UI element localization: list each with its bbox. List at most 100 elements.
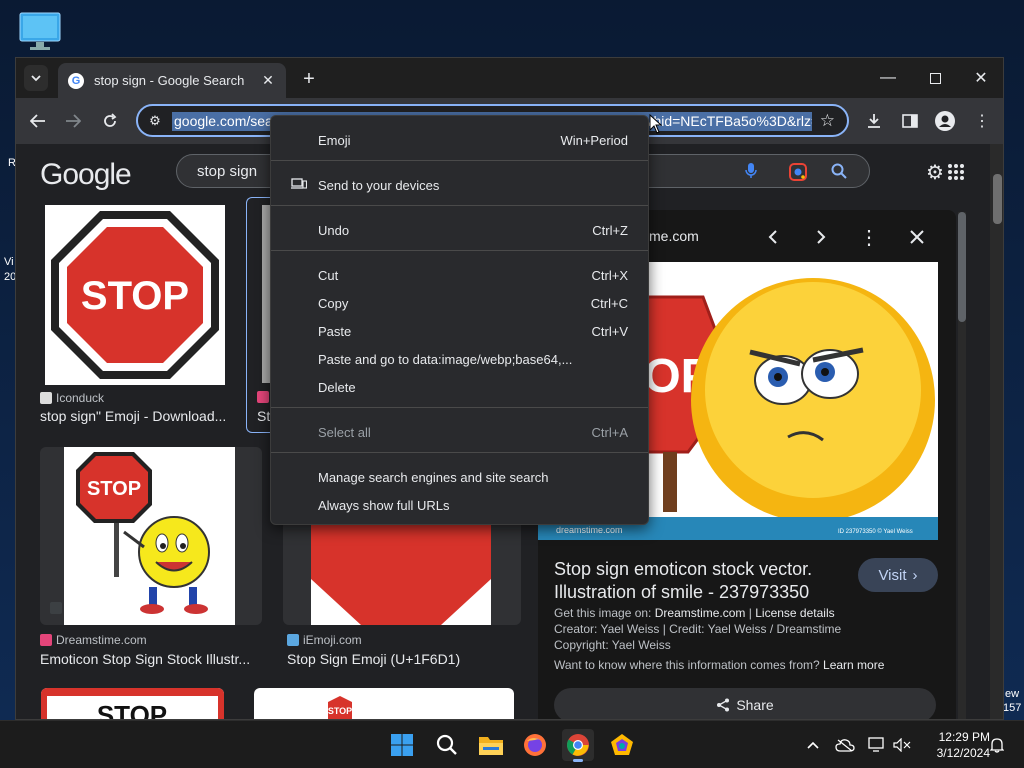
minimize-button[interactable]: — [873, 66, 903, 90]
start-button[interactable] [386, 729, 418, 761]
menu-item-manage-search-engines[interactable]: Manage search engines and site search [271, 463, 648, 491]
menu-item-cut[interactable]: Cut Ctrl+X [271, 261, 648, 289]
info-source-line: Want to know where this information come… [554, 658, 885, 672]
back-button[interactable] [26, 109, 50, 133]
result-image[interactable]: STOP [41, 688, 224, 720]
onedrive-button[interactable] [835, 735, 855, 755]
notifications-button[interactable] [987, 735, 1007, 755]
share-button[interactable]: Share [554, 688, 936, 719]
menu-separator [271, 250, 648, 251]
site-info-icon[interactable]: ⚙ [146, 112, 164, 130]
visit-button[interactable]: Visit › [858, 558, 938, 592]
result-source: iEmoji.com [287, 633, 362, 647]
tab-strip: G stop sign - Google Search ✕ + — ✕ [16, 58, 1003, 98]
chrome-button[interactable] [562, 729, 594, 762]
panel-image-title[interactable]: Stop sign emoticon stock vector. Illustr… [554, 558, 834, 604]
profile-button[interactable] [933, 109, 957, 133]
close-tab-icon[interactable]: ✕ [258, 71, 278, 91]
result-image[interactable]: STOP [45, 205, 225, 385]
new-tab-button[interactable]: + [298, 68, 320, 90]
result-image[interactable]: STOP [64, 447, 235, 625]
result-image[interactable] [311, 524, 491, 625]
app-button[interactable] [606, 729, 638, 761]
menu-item-select-all[interactable]: Select all Ctrl+A [271, 418, 648, 446]
speaker-muted-icon [893, 738, 911, 752]
side-panel-button[interactable] [898, 109, 922, 133]
clock-date: 3/12/2024 [936, 746, 990, 760]
tab-stop-sign[interactable]: G stop sign - Google Search ✕ [58, 63, 286, 98]
google-logo[interactable]: Google [40, 158, 132, 192]
more-options-button[interactable]: ⋮ [858, 226, 880, 249]
bookmark-star-icon[interactable]: ☆ [820, 111, 835, 131]
menu-item-delete[interactable]: Delete [271, 373, 648, 401]
volume-button[interactable] [892, 735, 912, 755]
result-title[interactable]: Emoticon Stop Sign Stock Illustr... [40, 651, 258, 667]
panel-site-name[interactable]: time.com [642, 228, 699, 244]
side-panel-icon [902, 114, 918, 128]
network-monitor-icon [868, 737, 884, 752]
apps-grid-icon[interactable] [944, 160, 968, 184]
next-image-button[interactable] [810, 226, 832, 248]
this-pc-desktop-icon[interactable] [18, 12, 62, 52]
system-clock[interactable]: 12:29 PM 3/12/2024 [918, 729, 990, 761]
menu-separator [271, 452, 648, 453]
share-icon [717, 698, 730, 712]
address-bar-context-menu: Emoji Win+Period Send to your devices Und… [270, 115, 649, 525]
menu-item-copy[interactable]: Copy Ctrl+C [271, 289, 648, 317]
search-query[interactable]: stop sign [197, 163, 257, 180]
firefox-button[interactable] [519, 729, 551, 761]
page-scrollbar-thumb[interactable] [993, 174, 1002, 224]
file-explorer-button[interactable] [475, 729, 507, 761]
show-hidden-icons-button[interactable] [803, 735, 823, 755]
license-details-link[interactable]: License details [755, 606, 834, 620]
menu-item-paste[interactable]: Paste Ctrl+V [271, 317, 648, 345]
creator-line: Creator: Yael Weiss | Credit: Yael Weiss… [554, 622, 842, 636]
get-image-line: Get this image on: Dreamstime.com | Lice… [554, 606, 835, 620]
close-icon [910, 230, 924, 244]
page-scrollbar[interactable] [990, 144, 1003, 719]
search-icon [436, 734, 457, 755]
stop-text: STOP [97, 700, 167, 720]
result-image[interactable]: STOP [254, 688, 514, 719]
menu-separator [271, 160, 648, 161]
forward-button[interactable] [61, 109, 85, 133]
chrome-menu-button[interactable]: ⋮ [970, 109, 994, 133]
maximize-button[interactable] [920, 66, 950, 90]
menu-item-undo[interactable]: Undo Ctrl+Z [271, 216, 648, 244]
menu-item-always-show-full-urls[interactable]: Always show full URLs [271, 491, 648, 519]
stop-text: STOP [81, 274, 189, 318]
back-arrow-icon [30, 114, 45, 128]
menu-item-paste-and-go[interactable]: Paste and go to data:image/webp;base64,.… [271, 345, 648, 373]
desktop-text-fragment: Vi [4, 256, 14, 268]
maximize-icon [929, 72, 941, 84]
close-panel-button[interactable] [906, 226, 928, 248]
menu-separator [271, 205, 648, 206]
panel-scrollbar-thumb[interactable] [958, 212, 966, 322]
taskbar: 12:29 PM 3/12/2024 [0, 720, 1024, 768]
taskbar-search-button[interactable] [431, 729, 463, 761]
chevron-right-icon: › [912, 566, 918, 584]
menu-separator [271, 407, 648, 408]
firefox-icon [524, 734, 546, 756]
tab-search-button[interactable] [24, 65, 48, 91]
google-lens-icon[interactable] [789, 163, 807, 186]
learn-more-link[interactable]: Learn more [823, 658, 884, 672]
result-title[interactable]: stop sign" Emoji - Download... [40, 408, 230, 424]
reload-button[interactable] [98, 109, 122, 133]
stop-text: STOP [328, 706, 352, 716]
microphone-icon[interactable] [745, 163, 757, 184]
result-source: Iconduck [40, 391, 104, 405]
dreamstime-link[interactable]: Dreamstime.com [655, 606, 746, 620]
close-window-button[interactable]: ✕ [966, 66, 996, 90]
desktop-text-fragment: 157 [1003, 702, 1022, 714]
result-title[interactable]: Stop Sign Emoji (U+1F6D1) [287, 651, 517, 667]
image-id: ID 237973350 © Yael Weiss [838, 528, 913, 535]
network-button[interactable] [867, 735, 887, 755]
downloads-button[interactable] [862, 109, 886, 133]
previous-image-button[interactable] [762, 226, 784, 248]
panel-scrollbar[interactable] [958, 212, 966, 719]
menu-item-send-to-devices[interactable]: Send to your devices [271, 171, 648, 199]
menu-item-emoji[interactable]: Emoji Win+Period [271, 126, 648, 154]
site-favicon-icon [257, 391, 269, 403]
search-icon[interactable] [831, 163, 847, 184]
